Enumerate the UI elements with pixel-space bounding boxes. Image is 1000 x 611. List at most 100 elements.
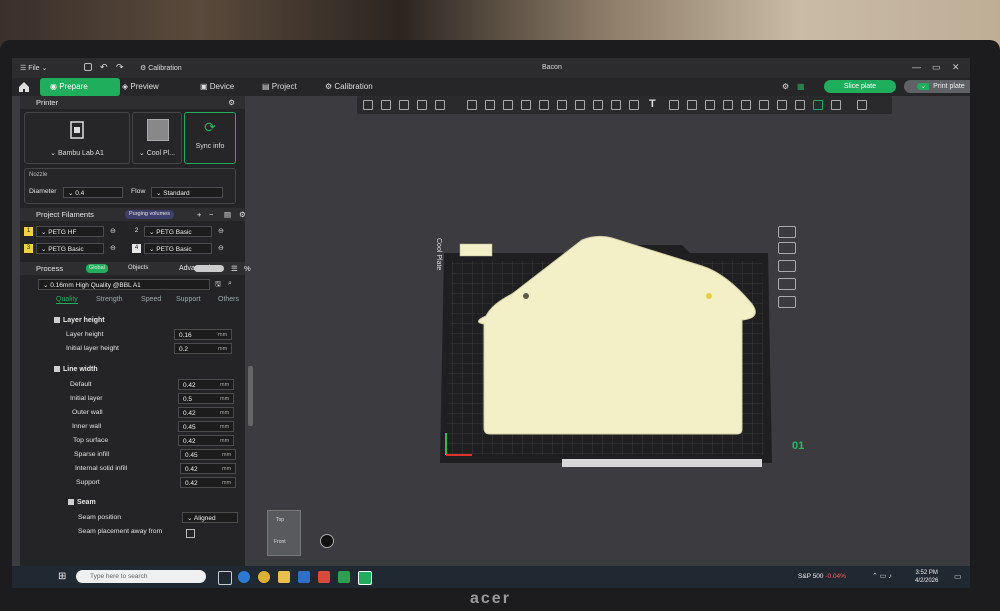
add-plate-icon[interactable] bbox=[381, 100, 391, 110]
auto-orient-icon[interactable] bbox=[399, 100, 409, 110]
tab-others[interactable]: Others bbox=[218, 296, 239, 303]
filament-item[interactable]: 3 ⌄ PETG Basic ⊖ bbox=[24, 243, 128, 255]
diameter-select[interactable]: ⌄ 0.4 bbox=[63, 187, 123, 198]
rotate-icon[interactable] bbox=[485, 100, 495, 110]
filament-select[interactable]: ⌄ PETG HF bbox=[36, 226, 104, 237]
search-settings-icon[interactable]: ⌕ bbox=[228, 280, 232, 288]
home-icon[interactable] bbox=[18, 81, 30, 93]
filament-select[interactable]: ⌄ PETG Basic bbox=[144, 226, 212, 237]
printer-selector[interactable]: ⌄ Bambu Lab A1 bbox=[24, 112, 130, 164]
svg-tool-icon[interactable] bbox=[669, 100, 679, 110]
tab-calibration[interactable]: ⚙ Calibration bbox=[315, 78, 383, 96]
tab-project[interactable]: ▤ Project bbox=[252, 78, 307, 96]
calibration-menu[interactable]: ⚙ Calibration bbox=[140, 64, 182, 72]
filament-item[interactable]: 2 ⌄ PETG Basic ⊖ bbox=[132, 226, 236, 238]
print-plate-button[interactable]: ⌄ Print plate bbox=[904, 80, 970, 93]
close-icon[interactable]: ✕ bbox=[952, 62, 960, 73]
filament-remove-icon[interactable]: ⊖ bbox=[218, 227, 224, 235]
filament-remove-icon[interactable]: ⊖ bbox=[110, 227, 116, 235]
fuzzy-skin-icon[interactable] bbox=[629, 100, 639, 110]
minimize-icon[interactable]: — bbox=[912, 62, 921, 72]
tab-strength[interactable]: Strength bbox=[96, 296, 122, 303]
app-icon[interactable] bbox=[318, 571, 330, 583]
mesh-boolean-icon[interactable] bbox=[557, 100, 567, 110]
split-icon[interactable] bbox=[435, 100, 445, 110]
purging-volumes-button[interactable]: Purging volumes bbox=[125, 210, 174, 219]
house-sign-object[interactable] bbox=[452, 234, 767, 439]
lay-on-face-icon[interactable] bbox=[521, 100, 531, 110]
scale-icon[interactable] bbox=[503, 100, 513, 110]
active-app-taskbar-icon[interactable] bbox=[358, 571, 372, 585]
ruler-icon[interactable] bbox=[831, 100, 841, 110]
windows-start-icon[interactable]: ⊞ bbox=[58, 571, 66, 582]
explosion-icon[interactable] bbox=[723, 100, 733, 110]
tab-prepare[interactable]: ◉ Prepare bbox=[40, 78, 120, 96]
system-tray-icon[interactable]: ⌃ ▭ ♪ bbox=[872, 572, 892, 580]
filament-item[interactable]: 4 ⌄ PETG Basic ⊖ bbox=[132, 243, 236, 255]
view-cube[interactable]: Top Front bbox=[267, 510, 301, 556]
view-settings-icon[interactable] bbox=[857, 100, 867, 110]
task-view-icon[interactable] bbox=[218, 571, 232, 585]
seam-position-select[interactable]: ⌄ Aligned bbox=[182, 512, 238, 523]
file-explorer-icon[interactable] bbox=[278, 571, 290, 583]
tab-support[interactable]: Support bbox=[176, 296, 201, 303]
add-object-icon[interactable] bbox=[363, 100, 373, 110]
chrome-icon[interactable] bbox=[258, 571, 270, 583]
tab-quality[interactable]: Quality bbox=[56, 296, 78, 304]
arrange-plate-icon[interactable] bbox=[778, 242, 796, 254]
tab-device[interactable]: ▣ Device bbox=[190, 78, 244, 96]
redo-icon[interactable]: ↷ bbox=[116, 62, 124, 73]
delete-plate-icon[interactable] bbox=[778, 226, 796, 238]
slice-plate-button[interactable]: Slice plate bbox=[824, 80, 896, 93]
maximize-icon[interactable]: ▭ bbox=[932, 62, 941, 73]
global-toggle[interactable]: Global bbox=[86, 264, 108, 273]
stock-ticker[interactable]: S&P 500 -0.04% bbox=[798, 573, 846, 580]
move-icon[interactable] bbox=[467, 100, 477, 110]
seam-paint-icon[interactable] bbox=[593, 100, 603, 110]
filament-remove-icon[interactable]: ⊖ bbox=[218, 244, 224, 252]
variable-layer-icon[interactable] bbox=[741, 100, 751, 110]
save-preset-icon[interactable]: 🖫 bbox=[215, 280, 221, 291]
bambu-studio-taskbar-icon[interactable] bbox=[338, 571, 350, 583]
file-menu[interactable]: ☰ File ⌄ bbox=[20, 64, 47, 72]
process-preset-select[interactable]: ⌄ 0.16mm High Quality @BBL A1 bbox=[38, 279, 210, 290]
color-paint-icon[interactable] bbox=[611, 100, 621, 110]
plate-type-selector[interactable]: ⌄ Cool Pl... bbox=[132, 112, 182, 164]
emboss-icon[interactable] bbox=[777, 100, 787, 110]
filament-select[interactable]: ⌄ PETG Basic bbox=[144, 243, 212, 254]
filament-select[interactable]: ⌄ PETG Basic bbox=[36, 243, 104, 254]
lock-plate-icon[interactable] bbox=[778, 278, 796, 290]
seam-away-checkbox[interactable] bbox=[186, 529, 195, 538]
drill-icon[interactable] bbox=[795, 100, 805, 110]
brim-ears-icon[interactable] bbox=[759, 100, 769, 110]
tab-preview[interactable]: ◈ Preview bbox=[112, 78, 169, 96]
save-icon[interactable] bbox=[84, 63, 92, 71]
store-icon[interactable] bbox=[298, 571, 310, 583]
filament-settings-icon[interactable]: ⚙ bbox=[223, 208, 246, 221]
tab-speed[interactable]: Speed bbox=[141, 296, 161, 303]
panel-scrollbar[interactable] bbox=[248, 366, 253, 426]
percent-icon[interactable]: % bbox=[228, 262, 251, 275]
objects-toggle[interactable]: Objects bbox=[112, 262, 148, 275]
sync-info-button[interactable]: ⟳ Sync info bbox=[184, 112, 236, 164]
text-tool-icon[interactable]: T bbox=[649, 98, 656, 110]
filament-remove-icon[interactable]: ⊖ bbox=[110, 244, 116, 252]
zoom-fit-icon[interactable] bbox=[320, 534, 334, 548]
layers-editing-icon[interactable] bbox=[813, 100, 823, 110]
flow-select[interactable]: ⌄ Standard bbox=[151, 187, 223, 198]
printer-settings-icon[interactable]: ⚙ bbox=[212, 96, 235, 109]
plate-settings-icon[interactable] bbox=[778, 296, 796, 308]
orient-plate-icon[interactable] bbox=[778, 260, 796, 272]
taskbar-clock[interactable]: 3:52 PM 4/2/2026 bbox=[915, 569, 938, 585]
assembly-icon[interactable] bbox=[705, 100, 715, 110]
measure-icon[interactable] bbox=[687, 100, 697, 110]
taskbar-search-input[interactable]: Type here to search bbox=[76, 570, 206, 583]
support-paint-icon[interactable] bbox=[575, 100, 585, 110]
undo-icon[interactable]: ↶ bbox=[100, 62, 108, 73]
project-icon[interactable]: ▦ bbox=[797, 82, 805, 91]
edge-icon[interactable] bbox=[238, 571, 250, 583]
notification-icon[interactable]: ▭ bbox=[954, 572, 962, 581]
settings-icon[interactable]: ⚙ bbox=[782, 82, 789, 91]
cut-icon[interactable] bbox=[539, 100, 549, 110]
filament-item[interactable]: 1 ⌄ PETG HF ⊖ bbox=[24, 226, 128, 238]
